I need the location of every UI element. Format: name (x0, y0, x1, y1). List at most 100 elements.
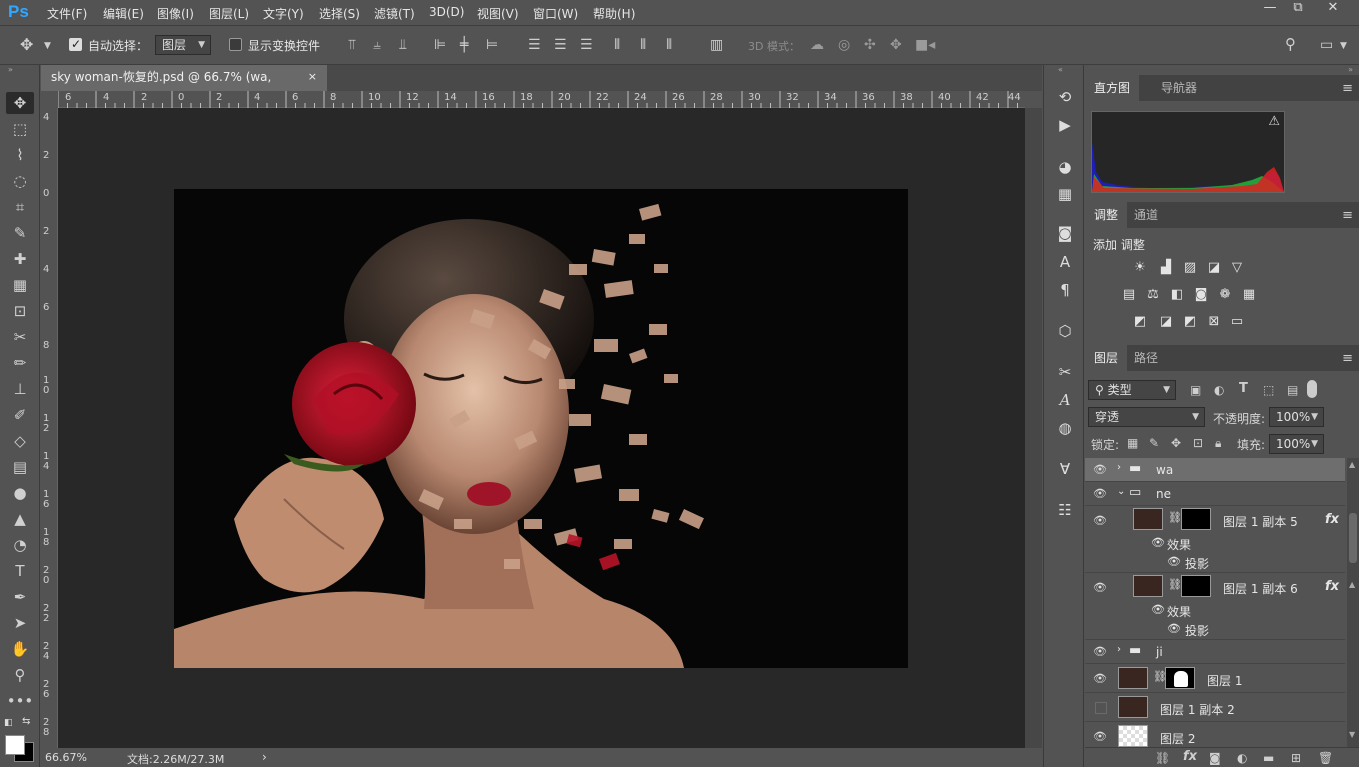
blur-tool[interactable]: ● (6, 482, 34, 504)
lock-transparent-icon[interactable]: ▦ (1127, 436, 1138, 450)
ruler-corner[interactable] (41, 91, 58, 108)
default-colors-icon[interactable]: ◧ (4, 718, 13, 728)
black-white-icon[interactable]: ◧ (1167, 287, 1187, 303)
scroll-thumb[interactable] (1349, 513, 1357, 563)
swap-colors-icon[interactable]: ⇆ (22, 716, 30, 727)
vertical-ruler[interactable]: 4 2 0 2 4 6 8 1 0 1 2 1 4 1 6 1 8 2 0 2 … (41, 108, 58, 748)
chevron-down-icon[interactable]: ⌄ (1117, 486, 1125, 497)
pen-tool[interactable]: ✒ (6, 586, 34, 608)
layer-row-ne[interactable]: 👁︎ ⌄ ▭ ne (1085, 482, 1345, 506)
link-layers-icon[interactable]: ⛓ (1155, 751, 1170, 765)
patch-tool[interactable]: ⊡ (6, 300, 34, 322)
add-style-icon[interactable]: fx (1183, 750, 1197, 764)
align-left-icon[interactable]: ⊫ (434, 38, 446, 52)
tab-histogram[interactable]: 直方图 (1085, 75, 1140, 101)
search-icon[interactable]: ⚲ (1285, 37, 1296, 52)
3d-cube-icon[interactable]: ⬡ (1054, 320, 1076, 342)
filter-shape-icon[interactable]: ⬚ (1263, 383, 1274, 397)
layer-row-copy5[interactable]: 👁︎ ⛓ 图层 1 副本 5 fx 👁︎ 效果 👁︎ 投影 (1085, 506, 1345, 573)
eye-icon[interactable]: 👁︎ (1093, 514, 1107, 527)
layer-mask-thumbnail[interactable] (1165, 667, 1195, 689)
eye-icon[interactable]: 👁︎ (1151, 536, 1165, 549)
minimize-button[interactable]: — (1255, 0, 1285, 18)
panel-menu-icon[interactable]: ≡ (1342, 351, 1353, 366)
tab-adjustments[interactable]: 调整 (1085, 202, 1128, 228)
menu-type[interactable]: 文字(Y) (263, 5, 304, 22)
new-layer-icon[interactable]: ⊞ (1291, 751, 1301, 765)
3d-scale-icon[interactable]: ■◂ (915, 38, 935, 52)
distribute-right-icon[interactable]: ⦀ (666, 38, 672, 52)
opacity-input[interactable]: 100% ▼ (1269, 407, 1324, 427)
menu-image[interactable]: 图像(I) (157, 5, 194, 22)
scroll-up-icon[interactable]: ▲ (1349, 460, 1355, 469)
layer-mask-thumbnail[interactable] (1181, 575, 1211, 597)
layer-row-wa[interactable]: 👁︎ › ▬ wa (1085, 458, 1345, 482)
status-menu-arrow[interactable]: › (262, 750, 267, 764)
marquee-tool[interactable]: ⬚ (6, 118, 34, 140)
filter-type-icon[interactable]: T (1239, 382, 1248, 396)
eraser-tool[interactable]: ◇ (6, 430, 34, 452)
close-window-button[interactable]: ✕ (1318, 0, 1348, 18)
collapse-arrows-icon[interactable]: » (8, 65, 13, 74)
layer-row-copy6[interactable]: 👁︎ ⛓ 图层 1 副本 6 fx 👁︎ 效果 👁︎ 投影 (1085, 573, 1345, 640)
invert-icon[interactable]: ◩ (1130, 314, 1150, 330)
menu-view[interactable]: 视图(V) (477, 5, 519, 22)
warning-icon[interactable]: ⚠ (1268, 114, 1280, 129)
foreground-color-swatch[interactable] (5, 735, 25, 755)
menu-layer[interactable]: 图层(L) (209, 5, 249, 22)
lock-artboard-icon[interactable]: ⊡ (1193, 436, 1203, 450)
lock-pixels-icon[interactable]: ✎ (1149, 436, 1159, 450)
layer-row-copy2[interactable]: 图层 1 副本 2 (1085, 693, 1345, 722)
brush-presets-icon[interactable]: Ɐ (1054, 458, 1076, 480)
delete-layer-icon[interactable]: 🗑︎ (1318, 751, 1333, 765)
vibrance-icon[interactable]: ▽ (1227, 260, 1247, 276)
menu-select[interactable]: 选择(S) (319, 5, 360, 22)
filter-smart-object-icon[interactable]: ▤ (1287, 383, 1298, 397)
color-lookup-icon[interactable]: ▦ (1239, 287, 1259, 303)
crop-tool[interactable]: ⌗ (6, 196, 34, 218)
chevron-right-icon[interactable]: › (1117, 644, 1121, 655)
gradient-tool[interactable]: ▤ (6, 456, 34, 478)
photo-filter-icon[interactable]: ◙ (1191, 287, 1211, 303)
glyphs-icon[interactable]: A (1054, 389, 1076, 411)
menu-filter[interactable]: 滤镜(T) (374, 5, 415, 22)
eye-icon[interactable]: 👁︎ (1167, 555, 1181, 568)
tab-navigator[interactable]: 导航器 (1152, 75, 1206, 101)
hand-tool[interactable]: ✋ (6, 638, 34, 660)
curves-icon[interactable]: ▨ (1180, 260, 1200, 276)
layer-filter-dropdown[interactable]: ⚲ 类型 ▼ (1088, 380, 1176, 400)
libraries-icon[interactable]: ◙ (1054, 222, 1076, 244)
distribute-hcenter-icon[interactable]: ⦀ (640, 38, 646, 52)
layer-row-ji[interactable]: 👁︎ › ▬ ji (1085, 640, 1345, 664)
zoom-level[interactable]: 66.67% (45, 751, 87, 764)
auto-select-checkbox[interactable] (69, 37, 82, 51)
layers-scrollbar[interactable]: ▲ ▲ ▼ (1347, 458, 1359, 748)
paragraph-icon[interactable]: ¶ (1054, 279, 1076, 301)
color-palette-icon[interactable]: ◕ (1054, 156, 1076, 178)
swatches-grid-icon[interactable]: ▦ (1054, 183, 1076, 205)
move-tool[interactable]: ✥ (6, 92, 34, 114)
close-tab-icon[interactable]: × (308, 65, 317, 89)
align-top-icon[interactable]: ⫪ (348, 38, 356, 52)
eye-icon[interactable]: 👁︎ (1093, 645, 1107, 658)
menu-help[interactable]: 帮助(H) (593, 5, 635, 22)
menu-3d[interactable]: 3D(D) (429, 5, 464, 19)
more-tools-icon[interactable]: ••• (6, 690, 34, 712)
show-transform-checkbox[interactable] (229, 38, 242, 51)
type-tool[interactable]: T (6, 560, 34, 582)
color-balance-icon[interactable]: ⚖ (1143, 287, 1163, 303)
history-brush-tool[interactable]: ✐ (6, 404, 34, 426)
character-icon[interactable]: A (1054, 251, 1076, 273)
selective-color-icon[interactable]: ⊠ (1204, 314, 1224, 330)
distribute-bottom-icon[interactable]: ☰ (580, 38, 593, 52)
chevron-down-icon[interactable]: ▼ (1340, 39, 1347, 53)
panel-menu-icon[interactable]: ≡ (1342, 81, 1353, 96)
eye-icon[interactable]: 👁︎ (1093, 463, 1107, 476)
fx-icon[interactable]: fx (1325, 579, 1339, 594)
eye-icon[interactable]: 👁︎ (1167, 622, 1181, 635)
auto-align-icon[interactable]: ▥ (710, 38, 723, 52)
lock-all-icon[interactable]: 🔒︎ (1215, 436, 1221, 450)
auto-select-target-dropdown[interactable]: 图层 ▼ (155, 35, 211, 55)
align-right-icon[interactable]: ⊨ (486, 38, 498, 52)
chevron-down-icon[interactable]: ▼ (44, 39, 51, 53)
